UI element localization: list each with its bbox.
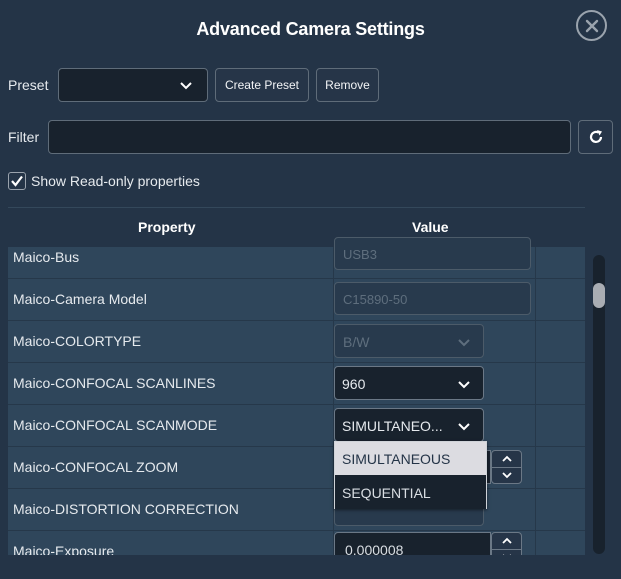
chevron-down-icon	[458, 381, 470, 389]
dialog-title: Advanced Camera Settings	[196, 19, 425, 39]
table-row: Maico-Exposure 0.000008	[8, 531, 585, 555]
zoom-spinner	[491, 450, 522, 484]
select-value: B/W	[343, 334, 370, 350]
chevron-down-icon	[458, 423, 470, 431]
column-header-property[interactable]: Property	[138, 219, 196, 235]
remove-preset-button[interactable]: Remove	[316, 68, 379, 102]
property-name: Maico-COLORTYPE	[13, 333, 142, 349]
property-name: Maico-Exposure	[13, 543, 115, 555]
filter-input[interactable]	[48, 120, 571, 154]
exposure-spinner	[491, 532, 522, 555]
scanmode-dropdown-menu: SIMULTANEOUS SEQUENTIAL	[334, 441, 487, 509]
chevron-down-icon	[458, 339, 470, 347]
chevron-down-icon	[180, 82, 192, 90]
table-row: Maico-Bus USB3	[8, 237, 585, 279]
select-value: 960	[342, 376, 366, 392]
property-name: Maico-CONFOCAL SCANLINES	[13, 375, 216, 391]
close-button[interactable]	[576, 10, 607, 41]
increment-button[interactable]	[492, 533, 521, 550]
table-row: Maico-Camera Model C15890-50	[8, 279, 585, 321]
filter-label: Filter	[8, 129, 40, 145]
preset-label: Preset	[8, 77, 49, 93]
dropdown-option-simultaneous[interactable]: SIMULTANEOUS	[335, 442, 486, 475]
table-row: Maico-CONFOCAL ZOOM	[8, 447, 585, 489]
close-icon	[585, 19, 598, 32]
table-row: Maico-COLORTYPE B/W	[8, 321, 585, 363]
increment-button[interactable]	[492, 451, 521, 468]
property-name: Maico-Camera Model	[13, 291, 147, 307]
decrement-button[interactable]	[492, 467, 521, 483]
dropdown-option-sequential[interactable]: SEQUENTIAL	[335, 476, 486, 509]
refresh-button[interactable]	[578, 120, 613, 154]
column-header-value[interactable]: Value	[412, 219, 449, 235]
table-row: Maico-CONFOCAL SCANMODE SIMULTANEO...	[8, 405, 585, 447]
properties-table: Property Value Maico-Bus USB3 Maico-Came…	[8, 207, 585, 555]
select-value: SIMULTANEO...	[342, 418, 443, 434]
column-divider	[535, 247, 536, 555]
chevron-down-icon	[501, 472, 512, 479]
preset-select[interactable]	[58, 68, 208, 102]
exposure-number-input[interactable]: 0.000008	[334, 532, 491, 555]
show-readonly-label[interactable]: Show Read-only properties	[31, 173, 200, 189]
table-row: Maico-DISTORTION CORRECTION	[8, 489, 585, 531]
property-name: Maico-Bus	[13, 249, 80, 265]
table-row: Maico-CONFOCAL SCANLINES 960	[8, 363, 585, 405]
create-preset-button[interactable]: Create Preset	[215, 68, 309, 102]
scanmode-select[interactable]: SIMULTANEO...	[334, 408, 484, 442]
property-name: Maico-CONFOCAL SCANMODE	[13, 417, 218, 433]
checkmark-icon	[11, 175, 23, 187]
decrement-button[interactable]	[492, 549, 521, 555]
show-readonly-checkbox[interactable]	[8, 172, 26, 190]
property-name: Maico-CONFOCAL ZOOM	[13, 459, 179, 475]
property-name: Maico-DISTORTION CORRECTION	[13, 501, 239, 517]
chevron-up-icon	[501, 455, 512, 462]
readonly-value-field: C15890-50	[334, 282, 531, 315]
refresh-icon	[589, 130, 602, 143]
chevron-down-icon	[502, 554, 511, 555]
table-edge	[611, 207, 621, 554]
scanlines-select[interactable]: 960	[334, 366, 484, 400]
chevron-up-icon	[501, 537, 512, 544]
readonly-value-select: B/W	[334, 324, 484, 358]
readonly-value-field: USB3	[334, 237, 531, 270]
scrollbar-thumb[interactable]	[593, 283, 605, 308]
